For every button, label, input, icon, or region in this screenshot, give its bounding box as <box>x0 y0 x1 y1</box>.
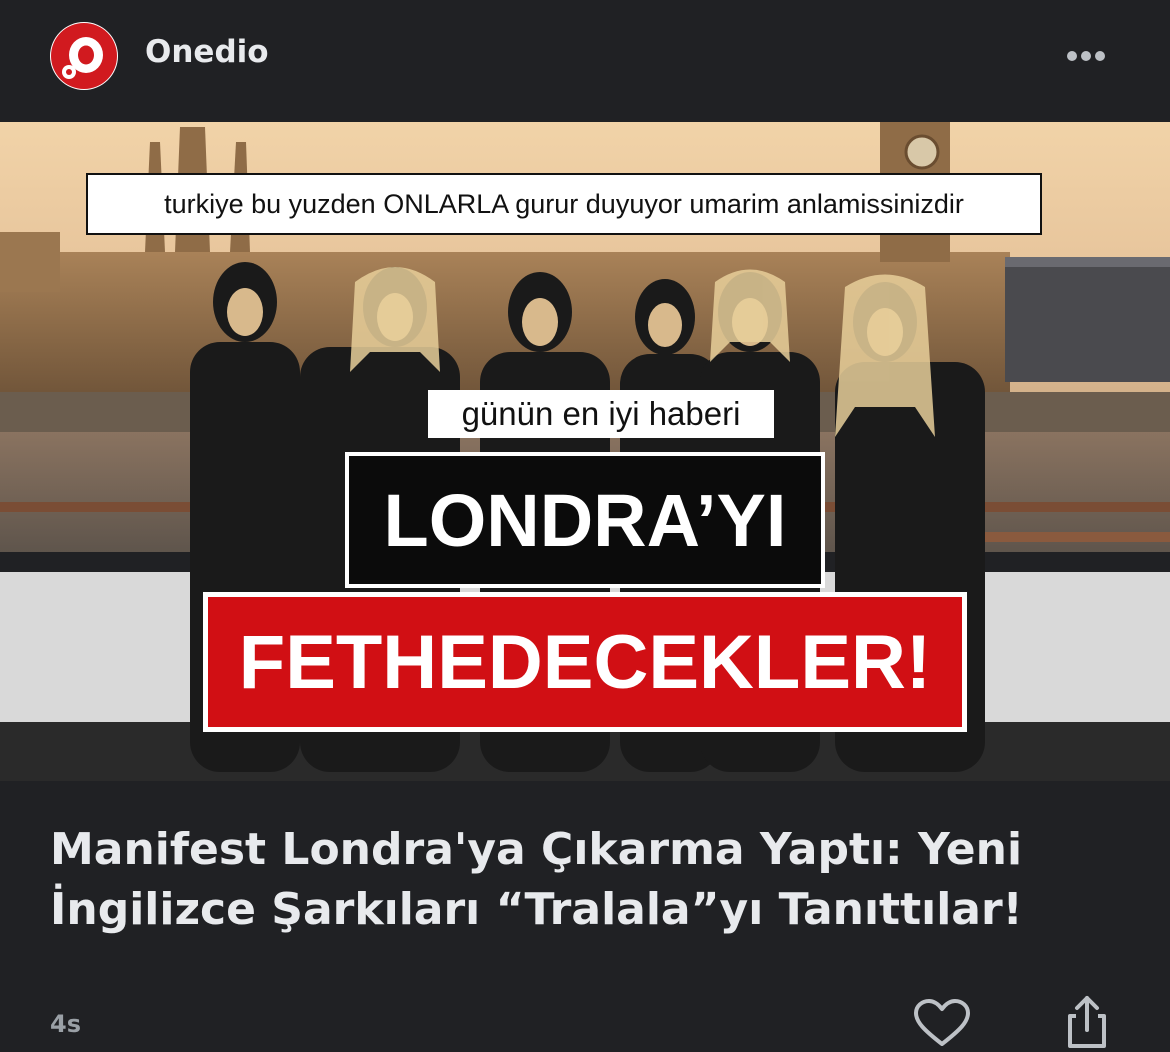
heart-icon <box>914 999 970 1046</box>
more-options-button[interactable] <box>1058 36 1114 76</box>
timestamp: 4s <box>50 1010 81 1038</box>
onedio-logo[interactable] <box>50 22 118 90</box>
article-title[interactable]: Manifest Londra'ya Çıkarma Yaptı: Yeni İ… <box>50 820 1120 940</box>
onedio-logo-icon <box>51 23 117 89</box>
share-icon <box>1068 996 1106 1048</box>
thumbnail-quote: turkiye bu yuzden ONLARLA gurur duyuyor … <box>86 173 1042 235</box>
more-horizontal-icon <box>1067 51 1105 61</box>
thumbnail-headline-line2: FETHEDECEKLER! <box>203 592 967 732</box>
article-thumbnail[interactable]: turkiye bu yuzden ONLARLA gurur duyuyor … <box>0 122 1170 781</box>
source-name[interactable]: Onedio <box>145 34 269 70</box>
feed-card-header: Onedio <box>0 0 1170 122</box>
share-button[interactable] <box>1060 994 1114 1048</box>
like-button[interactable] <box>912 998 972 1048</box>
thumbnail-headline-line1: LONDRA’YI <box>345 452 825 588</box>
thumbnail-sub-label: günün en iyi haberi <box>428 390 774 438</box>
